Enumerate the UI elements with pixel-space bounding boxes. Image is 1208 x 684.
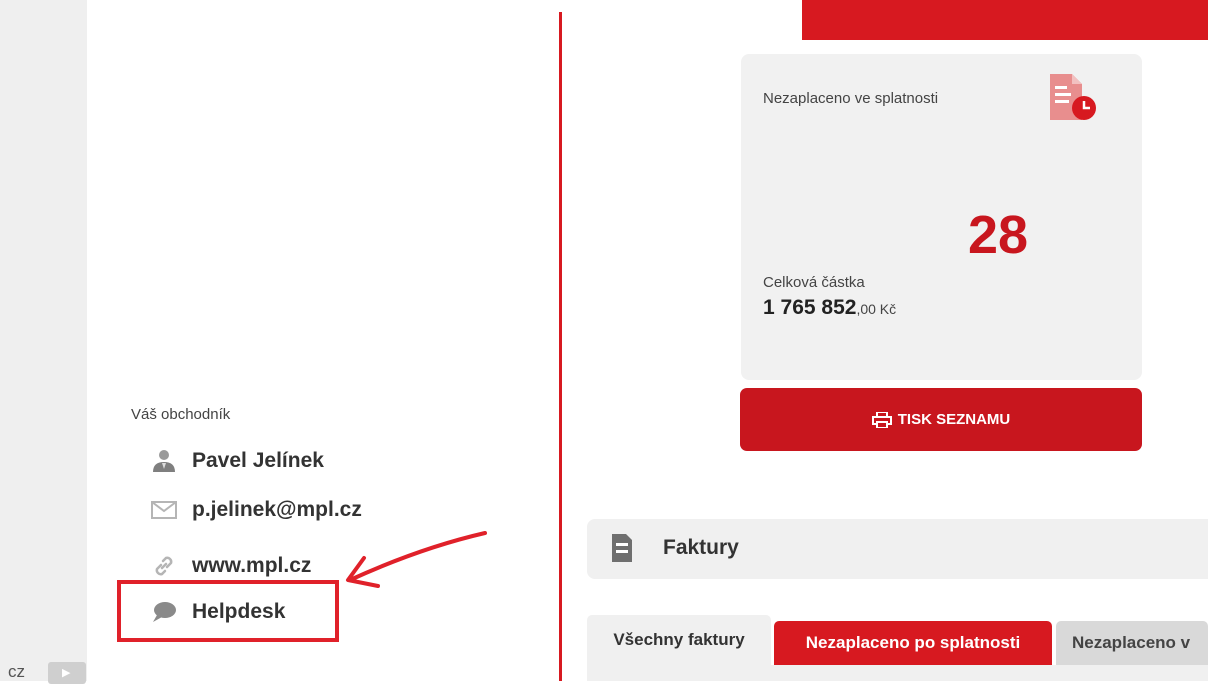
unpaid-count: 28 [968, 205, 1029, 265]
annotation-highlight-box [117, 580, 339, 642]
total-amount-decimals: ,00 Kč [856, 301, 897, 317]
unpaid-summary-card: Nezaplaceno ve splatnosti 28 Celková čás… [741, 54, 1142, 380]
printer-icon [871, 411, 892, 428]
tab-all-invoices[interactable]: Všechny faktury [587, 615, 771, 665]
print-list-label: TISK SEZNAMU [897, 411, 1011, 428]
print-list-button[interactable]: TISK SEZNAMU [740, 388, 1142, 451]
total-amount-label: Celková částka [763, 274, 865, 291]
link-icon [150, 554, 178, 578]
tab-overdue[interactable]: Nezaplaceno po splatnosti [774, 621, 1052, 665]
sales-rep-title: Váš obchodník [131, 406, 231, 423]
tabs-content-area [587, 665, 1208, 681]
annotation-arrow [346, 531, 487, 588]
total-amount-value: 1 765 852,00 Kč [763, 296, 896, 320]
envelope-icon [150, 498, 178, 522]
tab-unpaid-due[interactable]: Nezaplaceno v [1056, 621, 1208, 665]
sales-rep-website-row[interactable]: www.mpl.cz [150, 554, 311, 578]
sales-rep-name: Pavel Jelínek [192, 449, 324, 472]
invoice-clock-icon [1048, 72, 1100, 127]
play-icon: ▶ [62, 667, 71, 679]
invoices-title: Faktury [663, 536, 739, 559]
left-sidebar-strip [0, 0, 87, 681]
sales-rep-name-row: Pavel Jelínek [150, 449, 324, 473]
person-icon [150, 449, 178, 473]
red-divider [559, 12, 562, 681]
invoices-section-header: Faktury [587, 519, 1208, 579]
sales-rep-email-row[interactable]: p.jelinek@mpl.cz [150, 498, 362, 522]
sales-rep-website-link[interactable]: www.mpl.cz [192, 554, 311, 578]
sales-rep-email-link[interactable]: p.jelinek@mpl.cz [192, 498, 362, 522]
red-top-banner [802, 0, 1208, 40]
document-icon [611, 533, 633, 568]
total-amount-integer: 1 765 852 [763, 296, 857, 319]
cut-text: cz [8, 662, 25, 681]
card-title: Nezaplaceno ve splatnosti [763, 90, 939, 107]
